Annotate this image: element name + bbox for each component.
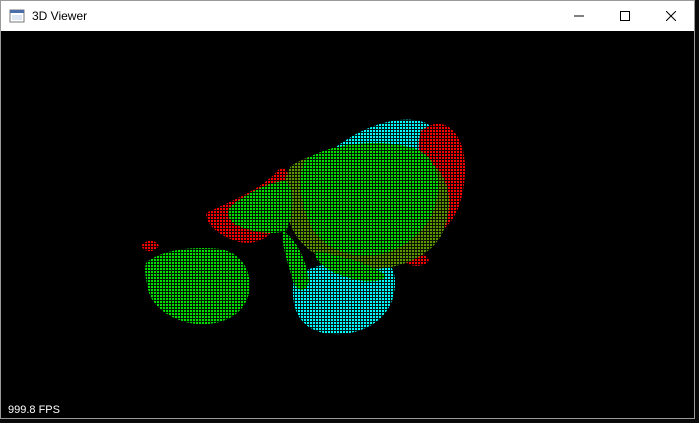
app-window-icon [9,9,25,23]
title-bar[interactable]: 3D Viewer [1,1,694,31]
render-viewport[interactable]: 999.8 FPS [1,31,694,418]
viewer-window: 3D Viewer 999.8 FPS [0,0,695,419]
green-left-arm [228,181,293,234]
maximize-icon [620,11,630,21]
close-icon [666,11,676,21]
window-title: 3D Viewer [32,9,88,23]
minimize-button[interactable] [556,1,602,31]
red-small-left [141,240,159,252]
minimize-icon [574,15,584,17]
green-left-bowl [145,247,250,325]
maximize-button[interactable] [602,1,648,31]
point-cloud-render [141,119,466,335]
fps-counter: 999.8 FPS [8,404,60,416]
close-button[interactable] [648,1,694,31]
caption-buttons [556,1,694,31]
